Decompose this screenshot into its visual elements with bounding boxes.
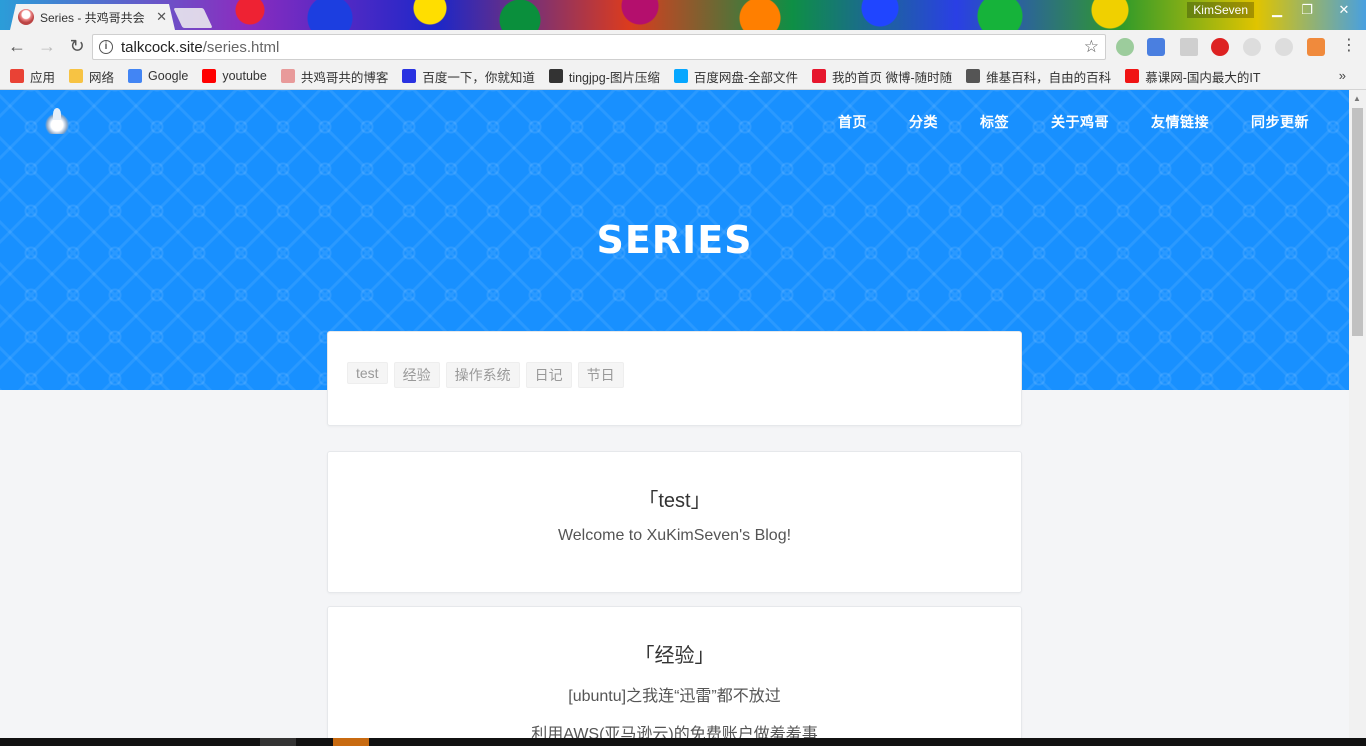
bookmark-label: 百度网盘-全部文件 bbox=[693, 70, 799, 85]
bookmark-item[interactable]: youtube bbox=[202, 69, 267, 83]
image-extension-icon[interactable] bbox=[1180, 38, 1198, 56]
tags-card: test 经验 操作系统 日记 节日 bbox=[327, 331, 1022, 426]
bookmark-item[interactable]: 应用 bbox=[10, 67, 55, 86]
favicon-icon bbox=[18, 9, 34, 25]
bookmark-item[interactable]: tingjpg-图片压缩 bbox=[548, 67, 660, 86]
url-text[interactable]: talkcock.site/series.html bbox=[121, 39, 1076, 56]
bookmark-item[interactable]: 网络 bbox=[69, 67, 114, 86]
bookmark-icon bbox=[1125, 69, 1140, 83]
extension-icon[interactable] bbox=[1243, 38, 1261, 56]
bookmark-item[interactable]: 我的首页 微博-随时随 bbox=[812, 67, 952, 86]
series-tag[interactable]: test bbox=[347, 362, 388, 384]
scroll-thumb[interactable] bbox=[1352, 108, 1363, 336]
series-tag[interactable]: 节日 bbox=[577, 362, 624, 388]
adblock-extension-icon[interactable] bbox=[1211, 38, 1229, 56]
bookmarks-bar: 应用 网络 Google youtube 共鸡哥共的博客 百度一下，你就知道 tingjpg… bbox=[0, 63, 1366, 90]
page-viewport: 首页 分类 标签 关于鸡哥 友情链接 同步更新 SERIES test 经验 操… bbox=[0, 90, 1349, 738]
bookmark-icon bbox=[202, 69, 217, 83]
scroll-up-icon[interactable]: ▲ bbox=[1353, 94, 1361, 103]
bookmark-icon bbox=[548, 69, 563, 83]
os-taskbar bbox=[0, 738, 1366, 746]
restore-icon[interactable]: ❐ bbox=[1292, 0, 1322, 20]
nav-links[interactable]: 友情链接 bbox=[1151, 112, 1209, 132]
bookmark-item[interactable]: 百度网盘-全部文件 bbox=[673, 67, 799, 86]
tab-title: Series - 共鸡哥共会 bbox=[40, 10, 145, 25]
series-tag[interactable]: 操作系统 bbox=[445, 362, 520, 388]
bookmark-label: 百度一下，你就知道 bbox=[422, 70, 535, 85]
close-window-icon[interactable]: ✕ bbox=[1322, 0, 1366, 20]
site-nav: 首页 分类 标签 关于鸡哥 友情链接 同步更新 bbox=[838, 112, 1309, 132]
page-title: SERIES bbox=[596, 218, 753, 262]
new-tab-button[interactable] bbox=[173, 8, 213, 28]
search-extension-icon[interactable] bbox=[1275, 38, 1293, 56]
bookmark-icon bbox=[673, 69, 688, 83]
menu-icon[interactable]: ⋮ bbox=[1340, 38, 1358, 56]
bookmark-icon bbox=[128, 69, 143, 83]
bookmark-icon bbox=[966, 69, 981, 83]
series-card-test: 「test」 Welcome to XuKimSeven's Blog! bbox=[327, 451, 1022, 593]
series-tag[interactable]: 日记 bbox=[525, 362, 572, 388]
bookmark-item[interactable]: 维基百科，自由的百科 bbox=[966, 67, 1111, 86]
bookmark-item[interactable]: Google bbox=[128, 69, 188, 83]
bookmark-icon bbox=[69, 69, 84, 83]
bookmark-icon bbox=[812, 69, 827, 83]
series-card-experience: 「经验」 [ubuntu]之我连“迅雷”都不放过 利用AWS(亚马逊云)的免费账… bbox=[327, 606, 1022, 738]
browser-tab[interactable]: Series - 共鸡哥共会 ✕ bbox=[10, 4, 175, 30]
series-post-link[interactable]: 利用AWS(亚马逊云)的免费账户做羞羞事 bbox=[328, 720, 1021, 738]
info-icon[interactable]: i bbox=[99, 40, 113, 54]
page-scrollbar[interactable]: ▲ bbox=[1349, 90, 1366, 738]
browser-toolbar: ← → ↻ i talkcock.site/series.html ☆ ⋮ bbox=[0, 30, 1366, 63]
series-post-link[interactable]: Welcome to XuKimSeven's Blog! bbox=[328, 527, 1021, 545]
bookmark-label: tingjpg-图片压缩 bbox=[568, 70, 660, 85]
bookmark-label: 网络 bbox=[89, 70, 115, 85]
reload-icon[interactable]: ↻ bbox=[64, 34, 90, 60]
nav-tags[interactable]: 标签 bbox=[980, 112, 1009, 132]
translate-extension-icon[interactable] bbox=[1147, 38, 1165, 56]
bookmark-icon bbox=[402, 69, 417, 83]
bookmarks-overflow-icon[interactable]: » bbox=[1339, 68, 1346, 83]
bookmark-label: 我的首页 微博-随时随 bbox=[832, 70, 953, 85]
forward-icon[interactable]: → bbox=[34, 34, 60, 60]
nav-home[interactable]: 首页 bbox=[838, 112, 867, 132]
bookmark-label: 应用 bbox=[30, 70, 56, 85]
bookmark-star-icon[interactable]: ☆ bbox=[1084, 37, 1099, 57]
bookmark-label: 慕课网-国内最大的IT bbox=[1145, 70, 1261, 85]
bookmark-label: 维基百科，自由的百科 bbox=[986, 70, 1112, 85]
window-titlebar: Series - 共鸡哥共会 ✕ KimSeven ▁ ❐ ✕ bbox=[0, 0, 1366, 30]
bookmark-item[interactable]: 慕课网-国内最大的IT bbox=[1125, 67, 1260, 86]
taskbar-item[interactable] bbox=[333, 738, 369, 746]
site-logo-icon[interactable] bbox=[44, 108, 70, 134]
bookmark-item[interactable]: 共鸡哥共的博客 bbox=[280, 67, 389, 86]
bookmark-icon bbox=[10, 69, 24, 83]
address-bar[interactable]: i talkcock.site/series.html ☆ bbox=[92, 34, 1106, 60]
bookmark-label: youtube bbox=[222, 69, 267, 83]
profile-name[interactable]: KimSeven bbox=[1187, 2, 1254, 18]
bookmark-label: Google bbox=[148, 69, 189, 83]
taskbar-item[interactable] bbox=[260, 738, 296, 746]
series-title: 「经验」 bbox=[634, 645, 715, 667]
bookmark-label: 共鸡哥共的博客 bbox=[300, 70, 389, 85]
nav-about[interactable]: 关于鸡哥 bbox=[1051, 112, 1109, 132]
series-tag[interactable]: 经验 bbox=[393, 362, 440, 388]
window-controls: ▁ ❐ ✕ bbox=[1262, 0, 1366, 20]
series-title: 「test」 bbox=[638, 490, 711, 512]
bookmark-icon bbox=[280, 69, 295, 83]
nav-categories[interactable]: 分类 bbox=[909, 112, 938, 132]
extension-circle-icon[interactable] bbox=[1116, 38, 1134, 56]
nav-sync[interactable]: 同步更新 bbox=[1251, 112, 1309, 132]
back-icon[interactable]: ← bbox=[4, 34, 30, 60]
series-post-link[interactable]: [ubuntu]之我连“迅雷”都不放过 bbox=[328, 682, 1021, 706]
extension-icon[interactable] bbox=[1307, 38, 1325, 56]
minimize-icon[interactable]: ▁ bbox=[1262, 0, 1292, 20]
close-tab-icon[interactable]: ✕ bbox=[156, 9, 167, 25]
bookmark-item[interactable]: 百度一下，你就知道 bbox=[402, 67, 535, 86]
